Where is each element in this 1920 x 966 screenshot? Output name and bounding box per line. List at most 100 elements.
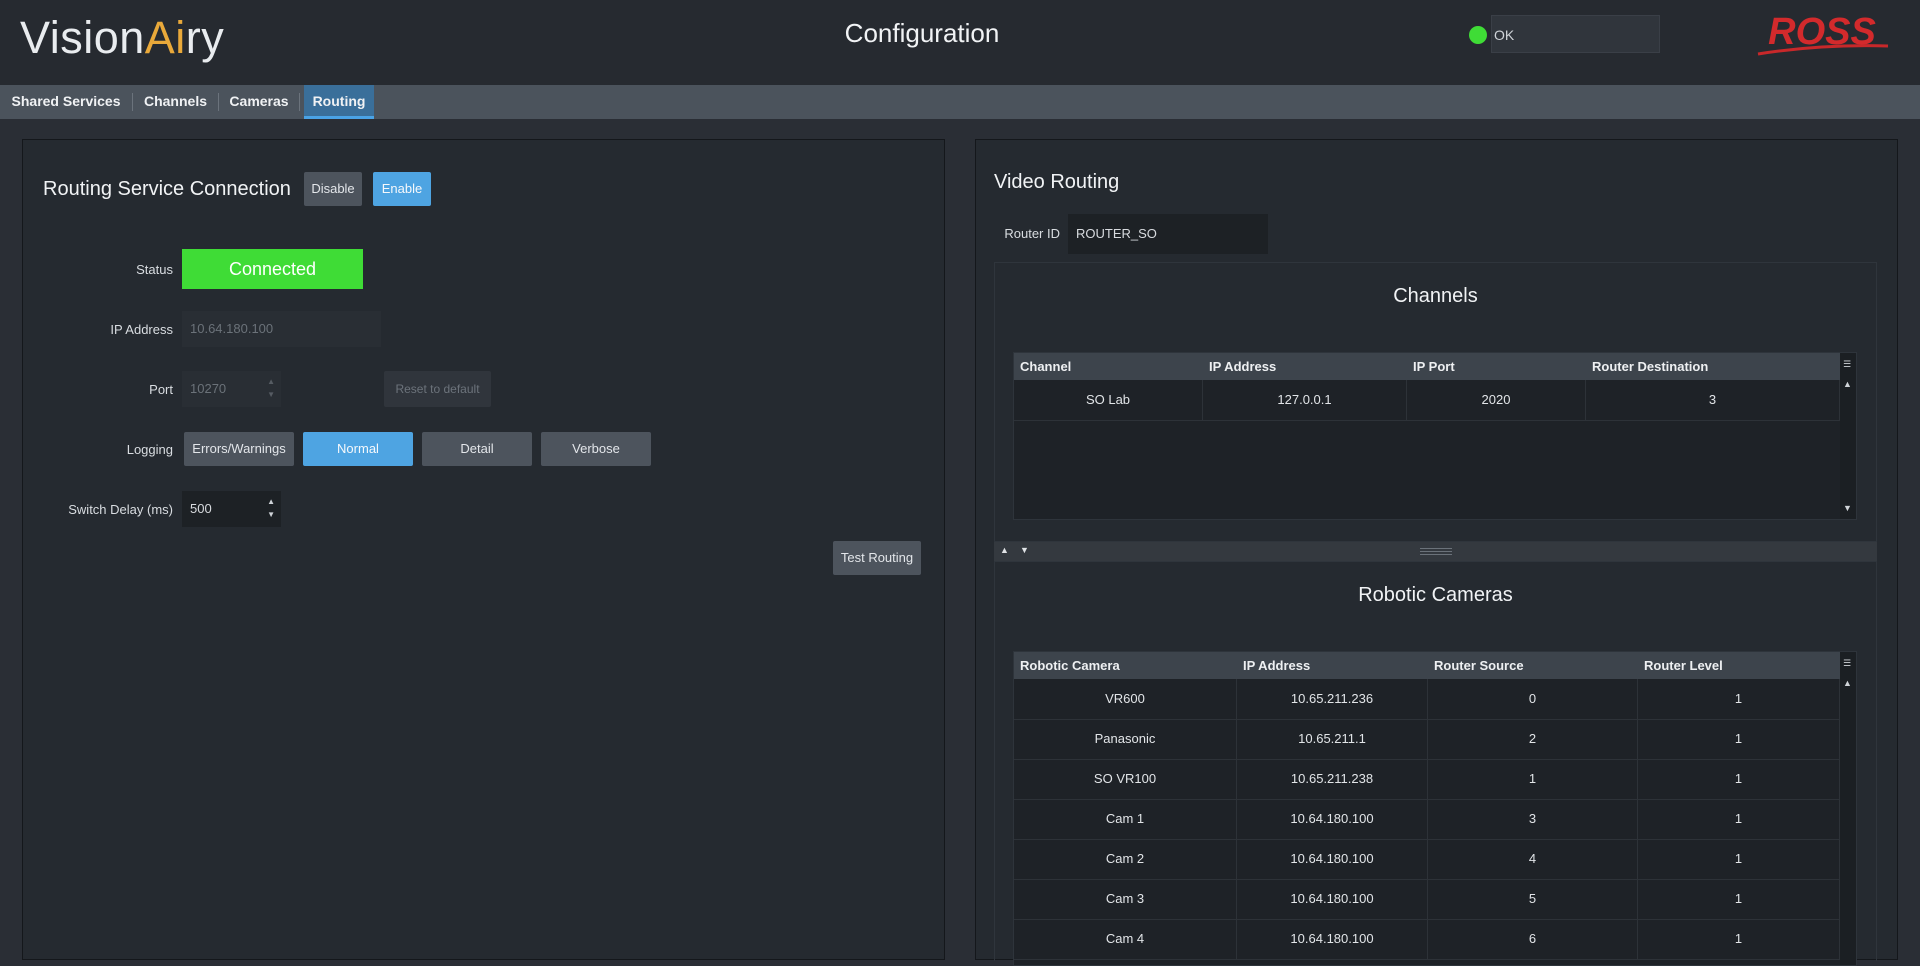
table-cell: 6 xyxy=(1428,919,1638,959)
table-cell: 1 xyxy=(1638,839,1840,879)
column-header-router-source[interactable]: Router Source xyxy=(1428,652,1638,679)
column-chooser-icon[interactable]: ☰ xyxy=(1843,359,1851,370)
routing-service-title: Routing Service Connection xyxy=(43,178,291,200)
column-header-ip-address[interactable]: IP Address xyxy=(1203,353,1407,380)
status-message-field: OK xyxy=(1491,15,1660,53)
column-header-robotic-camera[interactable]: Robotic Camera xyxy=(1014,652,1237,679)
table-cell: 4 xyxy=(1428,839,1638,879)
table-cell: 10.65.211.238 xyxy=(1237,759,1428,799)
tab-shared-services[interactable]: Shared Services xyxy=(0,85,132,119)
status-indicator-icon xyxy=(1469,26,1487,44)
enable-button[interactable]: Enable xyxy=(373,172,431,206)
table-cell: Panasonic xyxy=(1014,719,1237,759)
collapse-down-icon[interactable]: ▼ xyxy=(1020,545,1029,555)
tab-routing[interactable]: Routing xyxy=(304,85,374,119)
column-header-channel[interactable]: Channel xyxy=(1014,353,1203,380)
table-row[interactable]: Cam 4 10.64.180.100 6 1 xyxy=(1014,919,1840,960)
table-row[interactable]: VR600 10.65.211.236 0 1 xyxy=(1014,679,1840,720)
disable-button[interactable]: Disable xyxy=(304,172,362,206)
section-splitter[interactable]: ▲ ▼ xyxy=(994,542,1877,561)
table-cell: 3 xyxy=(1586,380,1840,420)
cameras-table-header: Robotic Camera IP Address Router Source … xyxy=(1014,652,1840,679)
table-cell: 10.65.211.1 xyxy=(1237,719,1428,759)
reset-to-default-button[interactable]: Reset to default xyxy=(384,371,491,407)
table-cell: 0 xyxy=(1428,679,1638,719)
table-cell: 10.64.180.100 xyxy=(1237,799,1428,839)
robotic-cameras-section: Robotic Cameras Robotic Camera IP Addres… xyxy=(994,561,1877,966)
table-cell: 1 xyxy=(1638,679,1840,719)
table-cell: 3 xyxy=(1428,799,1638,839)
router-id-label: Router ID xyxy=(1004,226,1060,241)
logging-label: Logging xyxy=(126,442,173,457)
channels-table-header: Channel IP Address IP Port Router Destin… xyxy=(1014,353,1840,380)
ip-address-label: IP Address xyxy=(110,322,173,337)
logging-normal-button[interactable]: Normal xyxy=(303,432,413,466)
column-header-ip-port[interactable]: IP Port xyxy=(1407,353,1586,380)
table-row[interactable]: Cam 1 10.64.180.100 3 1 xyxy=(1014,799,1840,840)
table-cell: 10.64.180.100 xyxy=(1237,839,1428,879)
tab-cameras[interactable]: Cameras xyxy=(219,85,299,119)
channels-section: Channels Channel IP Address IP Port Rout… xyxy=(994,262,1877,542)
table-cell: Cam 4 xyxy=(1014,919,1237,959)
app-header: VisionAiry Configuration OK ROSS xyxy=(0,0,1920,85)
spin-arrows-icon[interactable]: ▲ ▼ xyxy=(267,495,275,521)
table-cell: 127.0.0.1 xyxy=(1203,380,1407,420)
status-label: Status xyxy=(136,262,173,277)
tab-bar: Shared Services Channels Cameras Routing xyxy=(0,85,1920,119)
switch-delay-stepper[interactable]: 500 ▲ ▼ xyxy=(182,491,281,527)
channels-title: Channels xyxy=(1393,285,1478,307)
table-row[interactable]: Panasonic 10.65.211.1 2 1 xyxy=(1014,719,1840,760)
table-cell: 1 xyxy=(1638,879,1840,919)
collapse-up-icon[interactable]: ▲ xyxy=(1000,545,1009,555)
robotic-cameras-title: Robotic Cameras xyxy=(1358,584,1513,606)
robotic-cameras-table: Robotic Camera IP Address Router Source … xyxy=(1013,651,1857,966)
table-cell: Cam 1 xyxy=(1014,799,1237,839)
scroll-up-icon[interactable]: ▲ xyxy=(1843,678,1852,688)
table-cell: 1 xyxy=(1638,719,1840,759)
ross-logo: ROSS xyxy=(1757,11,1889,56)
tab-channels[interactable]: Channels xyxy=(133,85,218,119)
table-cell: Cam 3 xyxy=(1014,879,1237,919)
table-cell: 1 xyxy=(1638,919,1840,959)
logging-verbose-button[interactable]: Verbose xyxy=(541,432,651,466)
scroll-up-icon[interactable]: ▲ xyxy=(1843,379,1852,389)
table-cell: 10.65.211.236 xyxy=(1237,679,1428,719)
ip-address-field[interactable]: 10.64.180.100 xyxy=(182,311,381,347)
table-cell: 1 xyxy=(1428,759,1638,799)
logging-errors-warnings-button[interactable]: Errors/Warnings xyxy=(184,432,294,466)
channels-table: Channel IP Address IP Port Router Destin… xyxy=(1013,352,1857,520)
column-chooser-icon[interactable]: ☰ xyxy=(1843,658,1851,669)
router-id-field[interactable]: ROUTER_SO xyxy=(1068,214,1268,254)
tab-separator xyxy=(299,93,300,111)
scroll-down-icon[interactable]: ▼ xyxy=(1843,503,1852,513)
column-header-ip-address[interactable]: IP Address xyxy=(1237,652,1428,679)
video-routing-title: Video Routing xyxy=(994,171,1120,193)
switch-delay-label: Switch Delay (ms) xyxy=(68,502,173,517)
port-label: Port xyxy=(149,382,173,397)
table-cell: 10.64.180.100 xyxy=(1237,919,1428,959)
channels-scrollbar[interactable]: ☰ ▲ ▼ xyxy=(1840,353,1856,519)
ross-logo-text: ROSS xyxy=(1768,11,1876,53)
table-cell: VR600 xyxy=(1014,679,1237,719)
video-routing-panel: Video Routing Router ID ROUTER_SO Channe… xyxy=(975,139,1898,966)
switch-delay-value: 500 xyxy=(190,501,212,516)
table-cell: Cam 2 xyxy=(1014,839,1237,879)
port-stepper[interactable]: 10270 ▲ ▼ xyxy=(182,371,281,407)
drag-handle-icon[interactable] xyxy=(1420,548,1452,549)
table-cell: SO Lab xyxy=(1014,380,1203,420)
table-cell: 1 xyxy=(1638,759,1840,799)
spin-arrows-icon[interactable]: ▲ ▼ xyxy=(267,375,275,401)
table-cell: 10.64.180.100 xyxy=(1237,879,1428,919)
column-header-router-destination[interactable]: Router Destination xyxy=(1586,353,1840,380)
test-routing-button[interactable]: Test Routing xyxy=(833,541,921,575)
logging-detail-button[interactable]: Detail xyxy=(422,432,532,466)
port-value: 10270 xyxy=(190,381,227,396)
table-cell: 1 xyxy=(1638,799,1840,839)
cameras-scrollbar[interactable]: ☰ ▲ xyxy=(1840,652,1856,965)
table-row[interactable]: Cam 3 10.64.180.100 5 1 xyxy=(1014,879,1840,920)
table-cell: 2 xyxy=(1428,719,1638,759)
table-row[interactable]: SO Lab 127.0.0.1 2020 3 xyxy=(1014,380,1840,421)
table-row[interactable]: SO VR100 10.65.211.238 1 1 xyxy=(1014,759,1840,800)
column-header-router-level[interactable]: Router Level xyxy=(1638,652,1840,679)
table-row[interactable]: Cam 2 10.64.180.100 4 1 xyxy=(1014,839,1840,880)
